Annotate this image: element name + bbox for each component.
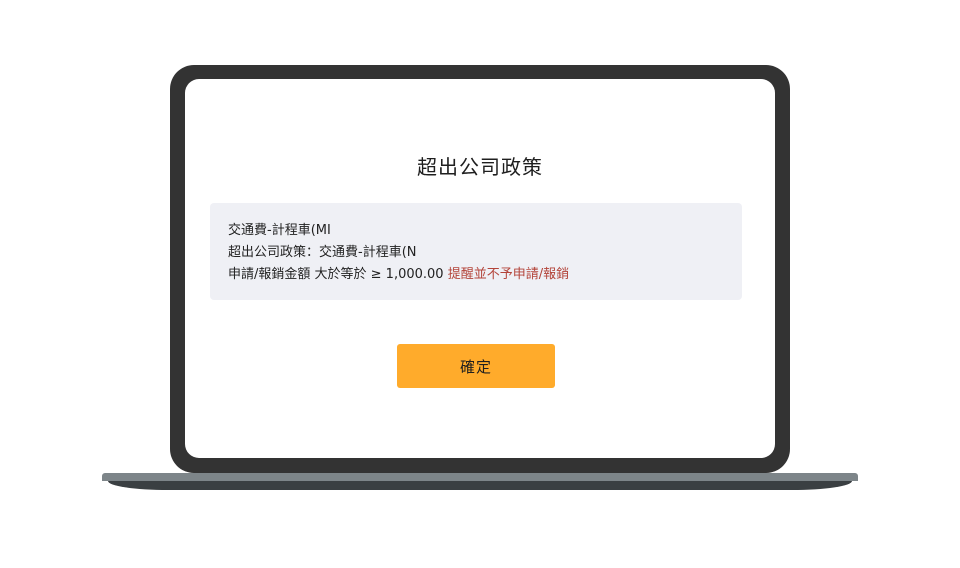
dialog-title: 超出公司政策 (417, 155, 543, 179)
policy-message-box: 交通費-計程車(MI 超出公司政策：交通費-計程車(N 申請/報銷金額 大於等於… (210, 203, 742, 300)
laptop-base-shadow (108, 481, 852, 490)
message-line-amount-rule: 申請/報銷金額 大於等於 ≥ 1,000.00 提醒並不予申請/報銷 (228, 264, 724, 286)
confirm-button[interactable]: 確定 (397, 344, 555, 388)
message-line-expense-item: 交通費-計程車(MI (228, 223, 331, 238)
laptop-screen: 超出公司政策 交通費-計程車(MI 超出公司政策：交通費-計程車(N 申請/報銷… (185, 79, 775, 458)
warning-text: 提醒並不予申請/報銷 (447, 267, 570, 282)
amount-rule-text: 申請/報銷金額 大於等於 ≥ 1,000.00 (228, 267, 448, 282)
message-line-policy: 超出公司政策：交通費-計程車(N (228, 245, 417, 260)
laptop-stage: 超出公司政策 交通費-計程車(MI 超出公司政策：交通費-計程車(N 申請/報銷… (0, 0, 960, 568)
laptop-base (102, 473, 858, 481)
